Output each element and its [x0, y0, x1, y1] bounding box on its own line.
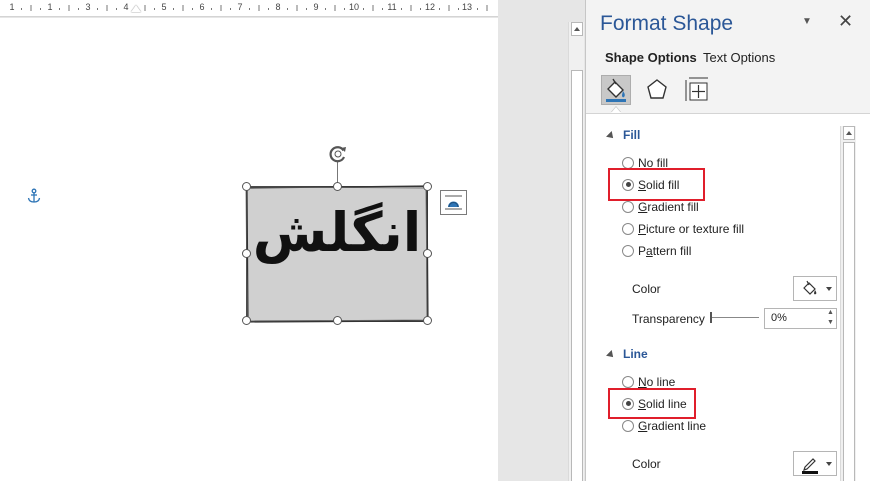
ruler-number: 7	[237, 2, 243, 12]
ruler-ticks	[21, 5, 488, 11]
ruler-number: 1	[9, 2, 15, 12]
mnemonic-letter: G	[638, 418, 648, 433]
layout-options-icon	[445, 195, 462, 210]
radio-picture-fill[interactable]: Picture or texture fill	[622, 221, 744, 239]
scroll-up-icon[interactable]	[843, 126, 855, 140]
ruler-number: 8	[275, 2, 281, 12]
resize-handle-top[interactable]	[333, 182, 342, 191]
transparency-stepper[interactable]: ▲ ▼	[824, 308, 837, 329]
close-icon[interactable]: ✕	[838, 11, 853, 31]
radio-button[interactable]	[622, 222, 634, 235]
fill-color-label: Color	[632, 282, 661, 296]
option-label: Picture or texture fill	[638, 221, 745, 236]
mnemonic-letter: a	[646, 243, 653, 258]
scroll-up-icon[interactable]	[571, 22, 583, 36]
pane-options-icon[interactable]: ▼	[802, 16, 812, 27]
solid-line-highlight	[608, 388, 696, 419]
radio-gradient-line[interactable]: Gradient line	[622, 418, 706, 436]
radio-pattern-fill[interactable]: Pattern fill	[622, 243, 691, 261]
size-properties-icon[interactable]	[682, 75, 712, 105]
ruler-number: 9	[313, 2, 319, 12]
ruler-number: 10	[348, 2, 360, 12]
tab-text-options[interactable]: Text Options	[703, 50, 775, 65]
option-label: Gradient fill	[638, 199, 699, 214]
document-area: 1 1 3 4 5 6 7 8 9 10 11 12 13 انگلش	[0, 0, 585, 481]
transparency-label: Transparency	[632, 312, 705, 326]
document-scrollbar[interactable]	[568, 22, 584, 481]
ruler-number: 12	[424, 2, 436, 12]
radio-button[interactable]	[622, 375, 634, 388]
shape-text[interactable]: انگلش	[247, 201, 427, 264]
radio-button[interactable]	[622, 200, 634, 213]
option-label: No line	[638, 374, 676, 389]
option-label: Gradient line	[638, 418, 707, 433]
fill-color-button[interactable]	[793, 276, 837, 301]
line-color-label: Color	[632, 457, 661, 471]
line-color-button[interactable]	[793, 451, 837, 476]
ruler-number: 3	[85, 2, 91, 12]
slider-knob[interactable]	[710, 312, 712, 323]
tab-shape-options[interactable]: Shape Options	[605, 50, 697, 65]
resize-handle-right[interactable]	[423, 249, 432, 258]
scroll-thumb[interactable]	[571, 70, 583, 481]
mnemonic-letter: G	[638, 199, 648, 214]
radio-button[interactable]	[622, 244, 634, 257]
fill-line-icon[interactable]	[601, 75, 631, 105]
resize-handle-top-right[interactable]	[423, 182, 432, 191]
text-shape[interactable]: انگلش	[245, 185, 429, 323]
transparency-slider[interactable]	[710, 312, 759, 323]
mnemonic-letter: P	[638, 221, 647, 236]
chevron-up-icon[interactable]: ▲	[827, 309, 834, 316]
indent-marker[interactable]	[131, 5, 141, 12]
paint-bucket-icon	[803, 280, 817, 295]
format-shape-pane: Format Shape ▼ ✕ Shape Options Text Opti…	[585, 0, 870, 481]
pen-icon	[802, 458, 818, 474]
scroll-thumb[interactable]	[843, 142, 855, 481]
collapse-icon	[606, 349, 616, 360]
pane-scrollbar[interactable]	[840, 126, 856, 481]
solid-fill-highlight	[608, 168, 705, 201]
ruler-number: 5	[161, 2, 167, 12]
ruler-number: 13	[461, 2, 473, 12]
ruler-number: 4	[123, 2, 129, 12]
horizontal-ruler[interactable]: 1 1 3 4 5 6 7 8 9 10 11 12 13	[0, 0, 498, 17]
resize-handle-bottom[interactable]	[333, 316, 342, 325]
resize-handle-bottom-left[interactable]	[242, 316, 251, 325]
resize-handle-top-left[interactable]	[242, 182, 251, 191]
rotate-handle-icon[interactable]	[327, 143, 349, 165]
pane-title: Format Shape	[600, 12, 734, 35]
anchor-icon	[26, 188, 42, 204]
chevron-down-icon	[826, 287, 832, 291]
chevron-down-icon	[826, 462, 832, 466]
effects-icon[interactable]	[642, 75, 672, 105]
radio-gradient-fill[interactable]: Gradient fill	[622, 199, 699, 217]
option-label: Pattern fill	[638, 243, 692, 258]
layout-options-button[interactable]	[440, 190, 467, 215]
resize-handle-left[interactable]	[242, 249, 251, 258]
mnemonic-letter: N	[638, 374, 647, 389]
chevron-down-icon[interactable]: ▼	[827, 319, 834, 326]
ruler-number: 6	[199, 2, 205, 12]
ruler-number: 11	[387, 2, 397, 12]
collapse-icon	[606, 130, 616, 141]
resize-handle-bottom-right[interactable]	[423, 316, 432, 325]
ruler-number: 1	[47, 2, 53, 12]
radio-button[interactable]	[622, 419, 634, 432]
fill-section-header[interactable]: Fill	[606, 128, 640, 142]
line-section-header[interactable]: Line	[606, 347, 648, 361]
